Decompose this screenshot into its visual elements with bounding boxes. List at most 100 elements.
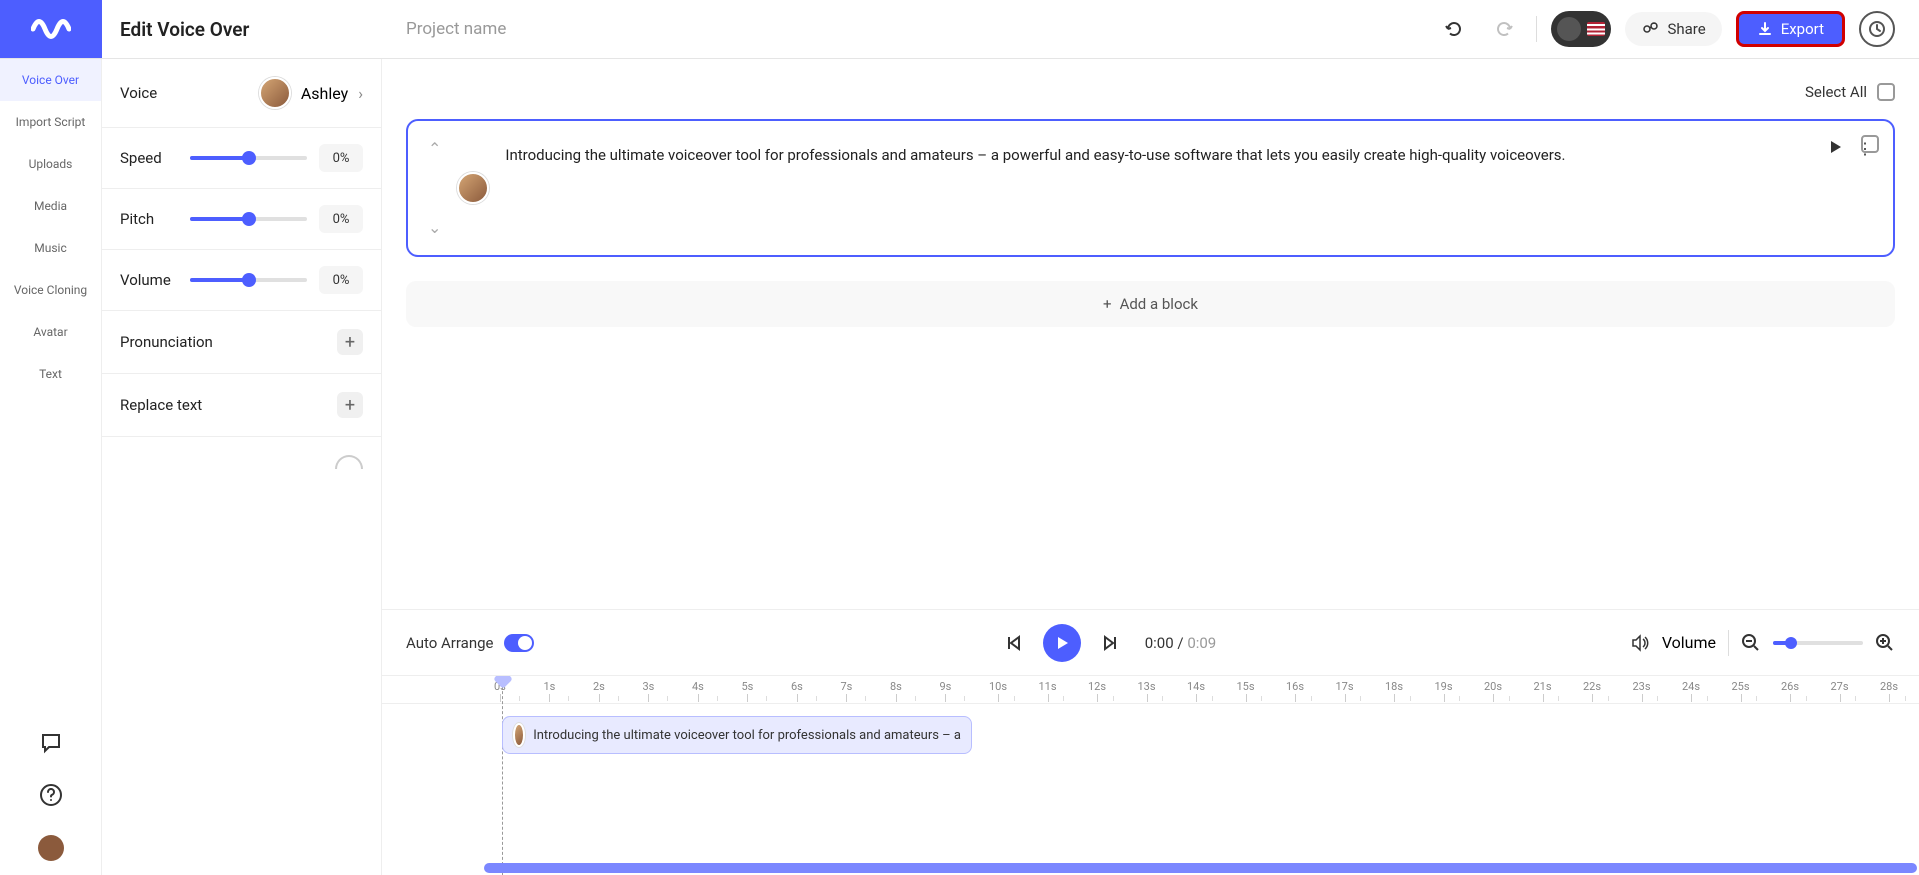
timeline-ruler[interactable]: 0s1s2s3s4s5s6s7s8s9s10s11s12s13s14s15s16… bbox=[382, 676, 1919, 704]
add-block-button[interactable]: + Add a block bbox=[406, 281, 1895, 327]
share-label: Share bbox=[1667, 20, 1705, 38]
chevron-right-icon: › bbox=[358, 84, 363, 103]
tick-14s: 14s bbox=[1187, 680, 1205, 693]
select-all-label[interactable]: Select All bbox=[1805, 83, 1867, 101]
tick-28s: 28s bbox=[1880, 680, 1898, 693]
speaker-icon[interactable] bbox=[1630, 633, 1650, 653]
chevron-down-icon[interactable]: ⌄ bbox=[428, 218, 441, 237]
volume-control-label: Volume bbox=[1662, 633, 1716, 652]
tick-23s: 23s bbox=[1633, 680, 1651, 693]
tick-6s: 6s bbox=[791, 680, 803, 693]
add-pronunciation-button[interactable]: + bbox=[337, 329, 363, 355]
tick-21s: 21s bbox=[1534, 680, 1552, 693]
add-block-label: Add a block bbox=[1120, 295, 1198, 313]
chevron-up-icon[interactable]: ⌃ bbox=[428, 139, 441, 158]
nav-text[interactable]: Text bbox=[0, 353, 101, 395]
speed-label: Speed bbox=[120, 149, 178, 167]
share-button[interactable]: Share bbox=[1625, 12, 1721, 46]
playhead[interactable] bbox=[502, 676, 503, 875]
tick-11s: 11s bbox=[1039, 680, 1057, 693]
plus-icon: + bbox=[1103, 295, 1112, 313]
chat-icon[interactable] bbox=[33, 725, 69, 761]
settings-sidebar: Voice Ashley › Speed 0% Pitch 0% Volume … bbox=[102, 59, 382, 875]
zoom-out-button[interactable] bbox=[1741, 633, 1761, 653]
timeline-clip[interactable]: Introducing the ultimate voiceover tool … bbox=[502, 716, 972, 754]
tick-13s: 13s bbox=[1138, 680, 1156, 693]
tick-5s: 5s bbox=[742, 680, 754, 693]
pronunciation-row[interactable]: Pronunciation + bbox=[102, 311, 381, 374]
tick-12s: 12s bbox=[1088, 680, 1106, 693]
timeline[interactable]: 0s1s2s3s4s5s6s7s8s9s10s11s12s13s14s15s16… bbox=[382, 675, 1919, 875]
voice-label: Voice bbox=[120, 84, 157, 102]
tick-1s: 1s bbox=[544, 680, 556, 693]
time-display: 0:00 / 0:09 bbox=[1145, 634, 1217, 652]
tick-8s: 8s bbox=[890, 680, 902, 693]
tick-3s: 3s bbox=[643, 680, 655, 693]
tick-16s: 16s bbox=[1286, 680, 1304, 693]
tick-26s: 26s bbox=[1781, 680, 1799, 693]
export-label: Export bbox=[1781, 20, 1824, 38]
auto-arrange-label: Auto Arrange bbox=[406, 634, 494, 652]
zoom-slider[interactable] bbox=[1773, 641, 1863, 645]
tick-24s: 24s bbox=[1682, 680, 1700, 693]
voice-avatar bbox=[259, 77, 291, 109]
skip-forward-button[interactable] bbox=[1099, 633, 1119, 653]
tick-25s: 25s bbox=[1732, 680, 1750, 693]
block-avatar bbox=[457, 172, 489, 204]
tick-2s: 2s bbox=[593, 680, 605, 693]
tick-10s: 10s bbox=[989, 680, 1007, 693]
pronunciation-label: Pronunciation bbox=[120, 333, 213, 351]
auto-arrange-toggle[interactable] bbox=[504, 634, 534, 652]
app-logo[interactable] bbox=[0, 0, 102, 58]
select-all-checkbox[interactable] bbox=[1877, 83, 1895, 101]
block-checkbox[interactable] bbox=[1861, 135, 1879, 153]
help-icon[interactable] bbox=[33, 777, 69, 813]
pitch-value: 0% bbox=[319, 205, 363, 233]
language-selector[interactable] bbox=[1551, 11, 1611, 47]
skip-back-button[interactable] bbox=[1005, 633, 1025, 653]
export-button[interactable]: Export bbox=[1736, 11, 1845, 47]
tick-18s: 18s bbox=[1385, 680, 1403, 693]
nav-uploads[interactable]: Uploads bbox=[0, 143, 101, 185]
speed-value: 0% bbox=[319, 144, 363, 172]
voice-name: Ashley bbox=[301, 84, 348, 103]
tick-20s: 20s bbox=[1484, 680, 1502, 693]
tick-19s: 19s bbox=[1435, 680, 1453, 693]
nav-music[interactable]: Music bbox=[0, 227, 101, 269]
play-block-icon[interactable] bbox=[1827, 139, 1843, 155]
voice-block[interactable]: ⌃ ⌄ Introducing the ultimate voiceover t… bbox=[406, 119, 1895, 257]
timeline-scrollbar[interactable] bbox=[484, 863, 1917, 873]
nav-media[interactable]: Media bbox=[0, 185, 101, 227]
volume-label: Volume bbox=[120, 271, 178, 289]
clip-text: Introducing the ultimate voiceover tool … bbox=[533, 728, 961, 743]
clip-avatar bbox=[513, 723, 525, 747]
volume-row: Volume 0% bbox=[102, 250, 381, 311]
undo-button[interactable] bbox=[1436, 11, 1472, 47]
block-text[interactable]: Introducing the ultimate voiceover tool … bbox=[505, 139, 1811, 237]
current-time: 0:00 bbox=[1145, 634, 1174, 652]
play-button[interactable] bbox=[1043, 624, 1081, 662]
voice-row[interactable]: Voice Ashley › bbox=[102, 59, 381, 128]
speed-slider[interactable] bbox=[190, 156, 307, 160]
user-avatar[interactable] bbox=[38, 835, 64, 861]
project-name-input[interactable]: Project name bbox=[406, 19, 1422, 39]
add-replace-button[interactable]: + bbox=[337, 392, 363, 418]
duration: 0:09 bbox=[1187, 634, 1216, 652]
replace-text-row[interactable]: Replace text + bbox=[102, 374, 381, 437]
pitch-row: Pitch 0% bbox=[102, 189, 381, 250]
nav-voice-cloning[interactable]: Voice Cloning bbox=[0, 269, 101, 311]
panel-title: Edit Voice Over bbox=[102, 0, 382, 58]
nav-voice-over[interactable]: Voice Over bbox=[0, 59, 101, 101]
nav-avatar[interactable]: Avatar bbox=[0, 311, 101, 353]
history-button[interactable] bbox=[1859, 11, 1895, 47]
redo-button[interactable] bbox=[1486, 11, 1522, 47]
collapse-row[interactable] bbox=[102, 437, 381, 487]
zoom-in-button[interactable] bbox=[1875, 633, 1895, 653]
tick-15s: 15s bbox=[1237, 680, 1255, 693]
tick-9s: 9s bbox=[940, 680, 952, 693]
tick-4s: 4s bbox=[692, 680, 704, 693]
pitch-slider[interactable] bbox=[190, 217, 307, 221]
nav-import-script[interactable]: Import Script bbox=[0, 101, 101, 143]
volume-slider[interactable] bbox=[190, 278, 307, 282]
collapse-icon bbox=[335, 455, 363, 469]
